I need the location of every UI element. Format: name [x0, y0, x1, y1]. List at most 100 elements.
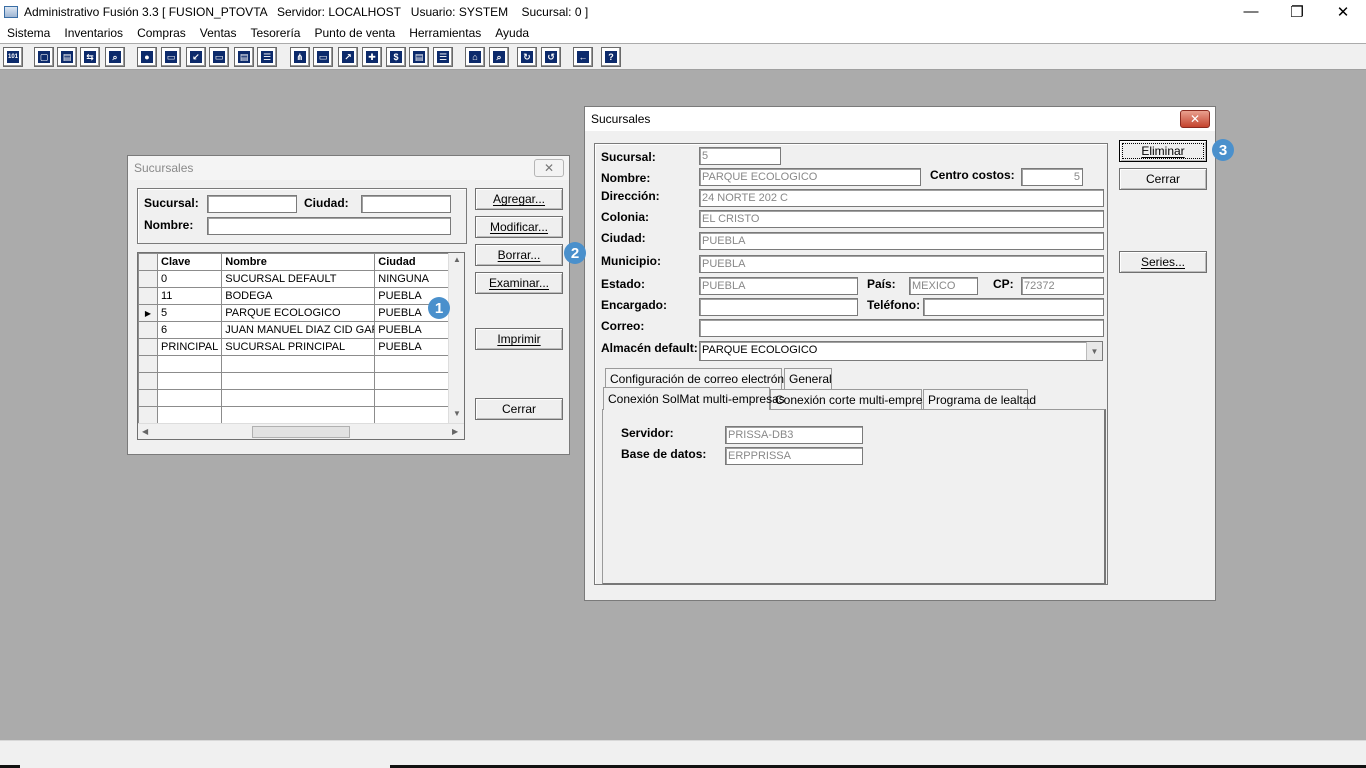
- agregar-button[interactable]: Agregar...: [475, 188, 563, 210]
- menu-inventarios[interactable]: Inventarios: [57, 26, 130, 40]
- eliminar-button[interactable]: Eliminar: [1119, 140, 1207, 162]
- undo-toolbar-button[interactable]: ↺: [541, 47, 561, 67]
- sucursal-field[interactable]: 5: [699, 147, 781, 165]
- row-indicator[interactable]: [138, 338, 158, 356]
- cell-nombre[interactable]: PARQUE ECOLOGICO: [221, 304, 376, 322]
- calculator-toolbar-button[interactable]: 101: [3, 47, 23, 67]
- print-toolbar-button[interactable]: ▭: [209, 47, 229, 67]
- tab-configuracion-correo[interactable]: Configuración de correo electrónico: [605, 368, 799, 389]
- scroll-thumb[interactable]: [252, 426, 350, 438]
- tab-programa-lealtad[interactable]: Programa de lealtad: [923, 389, 1036, 410]
- imprimir-button[interactable]: Imprimir: [475, 328, 563, 350]
- servidor-field[interactable]: PRISSA-DB3: [725, 426, 863, 444]
- grid-horizontal-scrollbar[interactable]: ◀ ▶: [138, 423, 464, 439]
- cell-ciudad[interactable]: NINGUNA: [374, 270, 458, 288]
- table-row[interactable]: ▶ 5 PARQUE ECOLOGICO PUEBLA: [138, 304, 458, 322]
- empty-cell[interactable]: [221, 372, 376, 390]
- pais-field[interactable]: MEXICO: [909, 277, 978, 295]
- close-icon[interactable]: ✕: [1320, 0, 1366, 23]
- menu-herramientas[interactable]: Herramientas: [402, 26, 488, 40]
- cell-clave[interactable]: 11: [156, 287, 223, 305]
- zoom-toolbar-button[interactable]: ⌕: [105, 47, 125, 67]
- direccion-field[interactable]: 24 NORTE 202 C: [699, 189, 1104, 207]
- nombre-field[interactable]: PARQUE ECOLOGICO: [699, 168, 921, 186]
- table-row[interactable]: 11 BODEGA PUEBLA: [138, 287, 458, 305]
- menu-ventas[interactable]: Ventas: [193, 26, 244, 40]
- document-toolbar-button[interactable]: ▤: [234, 47, 254, 67]
- empty-cell[interactable]: [221, 355, 376, 373]
- empty-cell[interactable]: [156, 355, 223, 373]
- user-toolbar-button[interactable]: ●: [137, 47, 157, 67]
- report-toolbar-button[interactable]: ▤: [409, 47, 429, 67]
- empty-cell[interactable]: [374, 406, 458, 424]
- add-toolbar-button[interactable]: ✚: [362, 47, 382, 67]
- restore-icon[interactable]: ❐: [1274, 0, 1320, 23]
- detail-window-close-icon[interactable]: ✕: [1180, 110, 1210, 128]
- empty-cell[interactable]: [374, 372, 458, 390]
- column-ciudad[interactable]: Ciudad: [374, 253, 458, 271]
- row-indicator[interactable]: [138, 321, 158, 339]
- cell-nombre[interactable]: SUCURSAL PRINCIPAL: [221, 338, 376, 356]
- folder-toolbar-button[interactable]: ▭: [161, 47, 181, 67]
- list-cerrar-button[interactable]: Cerrar: [475, 398, 563, 420]
- series-button[interactable]: Series...: [1119, 251, 1207, 273]
- column-nombre[interactable]: Nombre: [221, 253, 376, 271]
- binoculars-toolbar-button[interactable]: ⋔: [290, 47, 310, 67]
- home-toolbar-button[interactable]: ⌂: [465, 47, 485, 67]
- table-row[interactable]: 6 JUAN MANUEL DIAZ CID GARC PUEBLA: [138, 321, 458, 339]
- cell-clave[interactable]: 5: [156, 304, 223, 322]
- cell-clave[interactable]: 0: [156, 270, 223, 288]
- table-row[interactable]: PRINCIPAL SUCURSAL PRINCIPAL PUEBLA: [138, 338, 458, 356]
- export-toolbar-button[interactable]: ↗: [338, 47, 358, 67]
- borrar-button[interactable]: Borrar...: [475, 244, 563, 266]
- row-indicator[interactable]: [138, 406, 158, 424]
- table-row[interactable]: 0 SUCURSAL DEFAULT NINGUNA: [138, 270, 458, 288]
- import-toolbar-button[interactable]: ↙: [186, 47, 206, 67]
- dollar-toolbar-button[interactable]: $: [386, 47, 406, 67]
- search-toolbar-button[interactable]: ⌕: [489, 47, 509, 67]
- base-datos-field[interactable]: ERPPRISSA: [725, 447, 863, 465]
- row-indicator[interactable]: [138, 287, 158, 305]
- examinar-button[interactable]: Examinar...: [475, 272, 563, 294]
- municipio-field[interactable]: PUEBLA: [699, 255, 1104, 273]
- scroll-up-icon[interactable]: ▲: [453, 255, 461, 264]
- modificar-button[interactable]: Modificar...: [475, 216, 563, 238]
- column-clave[interactable]: Clave: [156, 253, 223, 271]
- cell-nombre[interactable]: SUCURSAL DEFAULT: [221, 270, 376, 288]
- encargado-field[interactable]: [699, 298, 858, 316]
- menu-ayuda[interactable]: Ayuda: [488, 26, 536, 40]
- cell-clave[interactable]: 6: [156, 321, 223, 339]
- empty-cell[interactable]: [374, 355, 458, 373]
- refresh-toolbar-button[interactable]: ↻: [517, 47, 537, 67]
- minimize-icon[interactable]: —: [1228, 0, 1274, 23]
- cell-clave[interactable]: PRINCIPAL: [156, 338, 223, 356]
- cell-nombre[interactable]: JUAN MANUEL DIAZ CID GARC: [221, 321, 376, 339]
- table-row-empty[interactable]: [138, 389, 458, 407]
- tab-general[interactable]: General: [784, 368, 832, 389]
- scroll-down-icon[interactable]: ▼: [453, 409, 461, 418]
- cell-ciudad[interactable]: PUEBLA: [374, 321, 458, 339]
- tab-conexion-solmat[interactable]: Conexión SolMat multi-empresas: [603, 387, 785, 410]
- table-toolbar-button[interactable]: ☰: [433, 47, 453, 67]
- empty-cell[interactable]: [374, 389, 458, 407]
- row-indicator[interactable]: [138, 389, 158, 407]
- menu-tesoreria[interactable]: Tesorería: [243, 26, 307, 40]
- centro-costos-field[interactable]: 5: [1021, 168, 1083, 186]
- filter-ciudad-input[interactable]: [361, 195, 451, 213]
- menu-punto-de-venta[interactable]: Punto de venta: [307, 26, 402, 40]
- empty-cell[interactable]: [156, 389, 223, 407]
- row-indicator[interactable]: [138, 270, 158, 288]
- table-row-empty[interactable]: [138, 372, 458, 390]
- help-toolbar-button[interactable]: ?: [601, 47, 621, 67]
- almacen-select[interactable]: PARQUE ECOLOGICO ▼: [699, 341, 1103, 361]
- tab-conexion-corte[interactable]: Conexión corte multi-empresas: [770, 389, 941, 410]
- ciudad-field[interactable]: PUEBLA: [699, 232, 1104, 250]
- empty-cell[interactable]: [156, 406, 223, 424]
- table-row-empty[interactable]: [138, 406, 458, 424]
- scroll-right-icon[interactable]: ▶: [452, 427, 458, 436]
- table-row-empty[interactable]: [138, 355, 458, 373]
- clipboard-toolbar-button[interactable]: ▤: [57, 47, 77, 67]
- colonia-field[interactable]: EL CRISTO: [699, 210, 1104, 228]
- menu-sistema[interactable]: Sistema: [0, 26, 57, 40]
- cell-ciudad[interactable]: PUEBLA: [374, 338, 458, 356]
